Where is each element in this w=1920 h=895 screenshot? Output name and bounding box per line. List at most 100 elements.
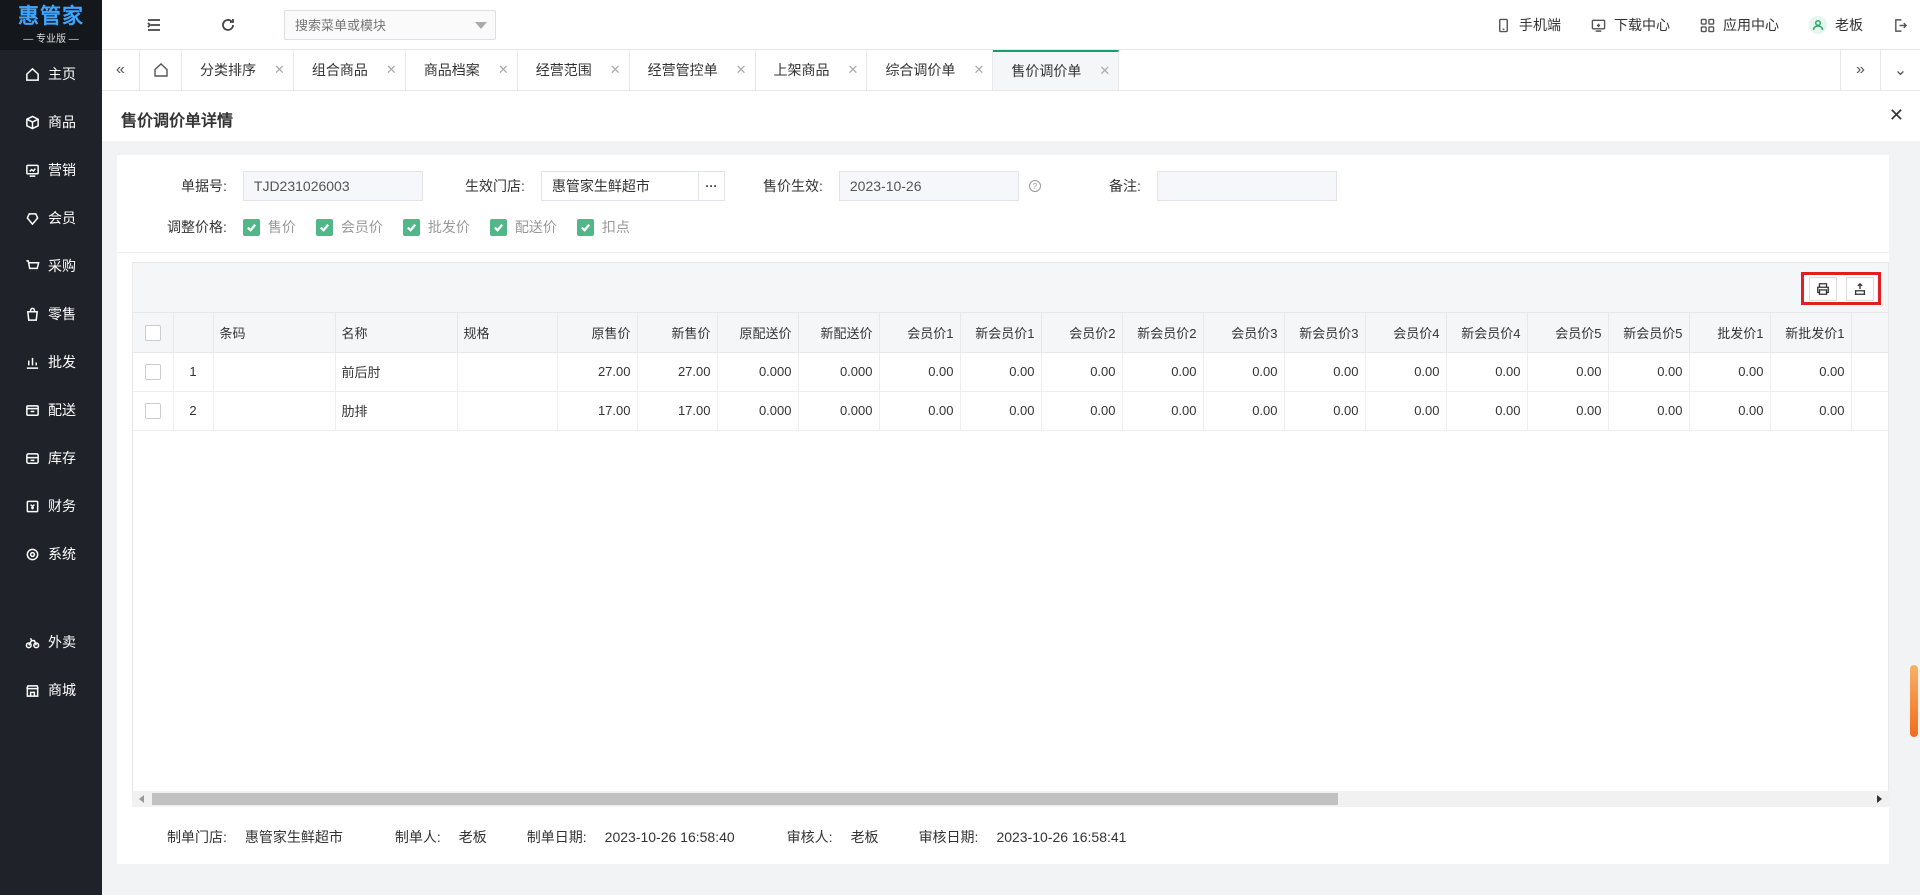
column-header[interactable]: 会员价5 xyxy=(1527,313,1609,353)
app-logo[interactable]: 惠管家 — 专业版 — xyxy=(0,0,102,50)
tab-3[interactable]: 经营范围 ✕ xyxy=(518,50,630,90)
scroll-thumb[interactable] xyxy=(152,793,1338,805)
refresh-icon[interactable] xyxy=(218,15,238,35)
select-all-header[interactable] xyxy=(133,313,174,353)
tabs-scroll-left-icon[interactable]: « xyxy=(102,50,140,90)
column-header[interactable]: 批发价1 xyxy=(1689,313,1771,353)
tabs-scroll-right-icon[interactable]: » xyxy=(1840,50,1880,90)
column-header[interactable]: 名称 xyxy=(335,313,458,353)
checkbox-checked-icon[interactable] xyxy=(489,218,507,236)
checkbox-checked-icon[interactable] xyxy=(242,218,260,236)
mobile-link[interactable]: 手机端 xyxy=(1496,15,1561,35)
sidebar-item-items3[interactable]: 会员 xyxy=(0,194,102,242)
tab-close-icon[interactable]: ✕ xyxy=(973,62,984,78)
column-header[interactable]: 规格 xyxy=(457,313,558,353)
column-header-overflow[interactable] xyxy=(1851,313,1888,353)
store-field[interactable]: 惠管家生鲜超市 xyxy=(540,171,699,201)
tab-5[interactable]: 上架商品 ✕ xyxy=(756,50,868,90)
sidebar-item-items9[interactable]: 财务 xyxy=(0,482,102,530)
column-header[interactable]: 新批发价1 xyxy=(1770,313,1852,353)
user-menu[interactable]: 老板 xyxy=(1809,15,1863,35)
scroll-left-icon[interactable] xyxy=(139,795,144,803)
checkbox-checked-icon[interactable] xyxy=(315,218,333,236)
tab-close-icon[interactable]: ✕ xyxy=(274,62,285,78)
tabs-menu-chevron-icon[interactable]: ⌄ xyxy=(1880,50,1920,90)
export-button[interactable] xyxy=(1845,276,1874,301)
tab-0[interactable]: 分类排序 ✕ xyxy=(182,50,294,90)
row-number-header[interactable] xyxy=(173,313,214,353)
column-header[interactable]: 新配送价 xyxy=(798,313,880,353)
column-header[interactable]: 新会员价3 xyxy=(1284,313,1366,353)
sidebar-item-items2[interactable]: 营销 xyxy=(0,146,102,194)
adjust-option-4[interactable]: 扣点 xyxy=(576,217,630,237)
page-scroll-indicator[interactable] xyxy=(1910,665,1918,737)
checkbox-checked-icon[interactable] xyxy=(402,218,420,236)
tab-7[interactable]: 售价调价单 ✕ xyxy=(993,50,1120,90)
close-icon[interactable]: ✕ xyxy=(1889,105,1904,126)
checkbox-checked-icon[interactable] xyxy=(576,218,594,236)
search-input[interactable] xyxy=(285,11,455,39)
tab-close-icon[interactable]: ✕ xyxy=(848,62,859,78)
help-icon[interactable]: ? xyxy=(1028,180,1041,192)
sidebar-item-items0[interactable]: 主页 xyxy=(0,50,102,98)
store-picker-button[interactable]: ··· xyxy=(698,171,725,201)
tab-6[interactable]: 综合调价单 ✕ xyxy=(867,50,994,90)
menu-search[interactable] xyxy=(284,10,496,40)
sidebar-item-items4[interactable]: 采购 xyxy=(0,242,102,290)
adjust-option-2[interactable]: 批发价 xyxy=(402,217,470,237)
table-row[interactable]: 2 肋排 17.00 17.00 0.000 0.000 0.00 0.00 0.00 0.00 0… xyxy=(133,391,1888,431)
tab-close-icon[interactable]: ✕ xyxy=(736,62,747,78)
row-select-cell[interactable] xyxy=(133,352,174,392)
table-row[interactable]: 1 前后肘 27.00 27.00 0.000 0.000 0.00 0.00 0.00 0.00… xyxy=(133,352,1888,392)
logout-button[interactable] xyxy=(1893,18,1908,33)
price-cell: 0.00 xyxy=(1041,352,1123,392)
row-checkbox[interactable] xyxy=(144,363,161,380)
column-header[interactable]: 会员价2 xyxy=(1041,313,1123,353)
column-header[interactable]: 新会员价5 xyxy=(1608,313,1690,353)
tab-4[interactable]: 经营管控单 ✕ xyxy=(630,50,756,90)
tab-2[interactable]: 商品档案 ✕ xyxy=(406,50,518,90)
price-cell: 17.00 xyxy=(637,391,718,431)
items-table: 条码 名称 规格 原售价 新售价 原配送价 新配送价 会员价1 新会员价1 会员价2 新会员价2 会员… xyxy=(133,313,1888,431)
sidebar-item-items8[interactable]: 库存 xyxy=(0,434,102,482)
row-checkbox[interactable] xyxy=(144,402,161,419)
scroll-right-icon[interactable] xyxy=(1877,795,1882,803)
tab-close-icon[interactable]: ✕ xyxy=(1099,63,1110,79)
column-header[interactable]: 原配送价 xyxy=(717,313,799,353)
menu-toggle-icon[interactable] xyxy=(144,15,164,35)
adjust-option-0[interactable]: 售价 xyxy=(242,217,296,237)
download-center-link[interactable]: 下载中心 xyxy=(1591,15,1670,35)
column-header[interactable]: 新会员价1 xyxy=(960,313,1042,353)
sidebar-item-items7[interactable]: 配送 xyxy=(0,386,102,434)
row-select-cell[interactable] xyxy=(133,391,174,431)
price-cell: 0.00 xyxy=(1284,352,1366,392)
tab-close-icon[interactable]: ✕ xyxy=(386,62,397,78)
column-header[interactable]: 新会员价2 xyxy=(1122,313,1204,353)
sidebar: 惠管家 — 专业版 — 主页 商品 营销 会员 采购 零售 批发 配送 库存 财务 系统 外卖 商城 xyxy=(0,0,102,895)
tab-close-icon[interactable]: ✕ xyxy=(610,62,621,78)
tab-close-icon[interactable]: ✕ xyxy=(498,62,509,78)
adjust-option-1[interactable]: 会员价 xyxy=(315,217,383,237)
column-header[interactable]: 条码 xyxy=(213,313,336,353)
column-header[interactable]: 新售价 xyxy=(637,313,718,353)
horizontal-scrollbar[interactable] xyxy=(132,791,1889,807)
column-header[interactable]: 会员价3 xyxy=(1203,313,1285,353)
sidebar-item-extra0[interactable]: 外卖 xyxy=(0,618,102,666)
column-header[interactable]: 会员价1 xyxy=(879,313,961,353)
column-header[interactable]: 原售价 xyxy=(557,313,638,353)
sidebar-item-items5[interactable]: 零售 xyxy=(0,290,102,338)
select-all-checkbox[interactable] xyxy=(144,324,161,341)
chevron-down-icon[interactable] xyxy=(475,22,487,29)
app-center-link[interactable]: 应用中心 xyxy=(1700,15,1779,35)
column-header[interactable]: 会员价4 xyxy=(1365,313,1447,353)
bike-icon xyxy=(24,634,40,650)
sidebar-item-items10[interactable]: 系统 xyxy=(0,530,102,578)
sidebar-item-extra1[interactable]: 商城 xyxy=(0,666,102,714)
adjust-option-3[interactable]: 配送价 xyxy=(489,217,557,237)
sidebar-item-items6[interactable]: 批发 xyxy=(0,338,102,386)
sidebar-item-items1[interactable]: 商品 xyxy=(0,98,102,146)
print-button[interactable] xyxy=(1808,276,1837,301)
column-header[interactable]: 新会员价4 xyxy=(1446,313,1528,353)
home-tab-icon[interactable] xyxy=(140,50,182,90)
tab-1[interactable]: 组合商品 ✕ xyxy=(294,50,406,90)
